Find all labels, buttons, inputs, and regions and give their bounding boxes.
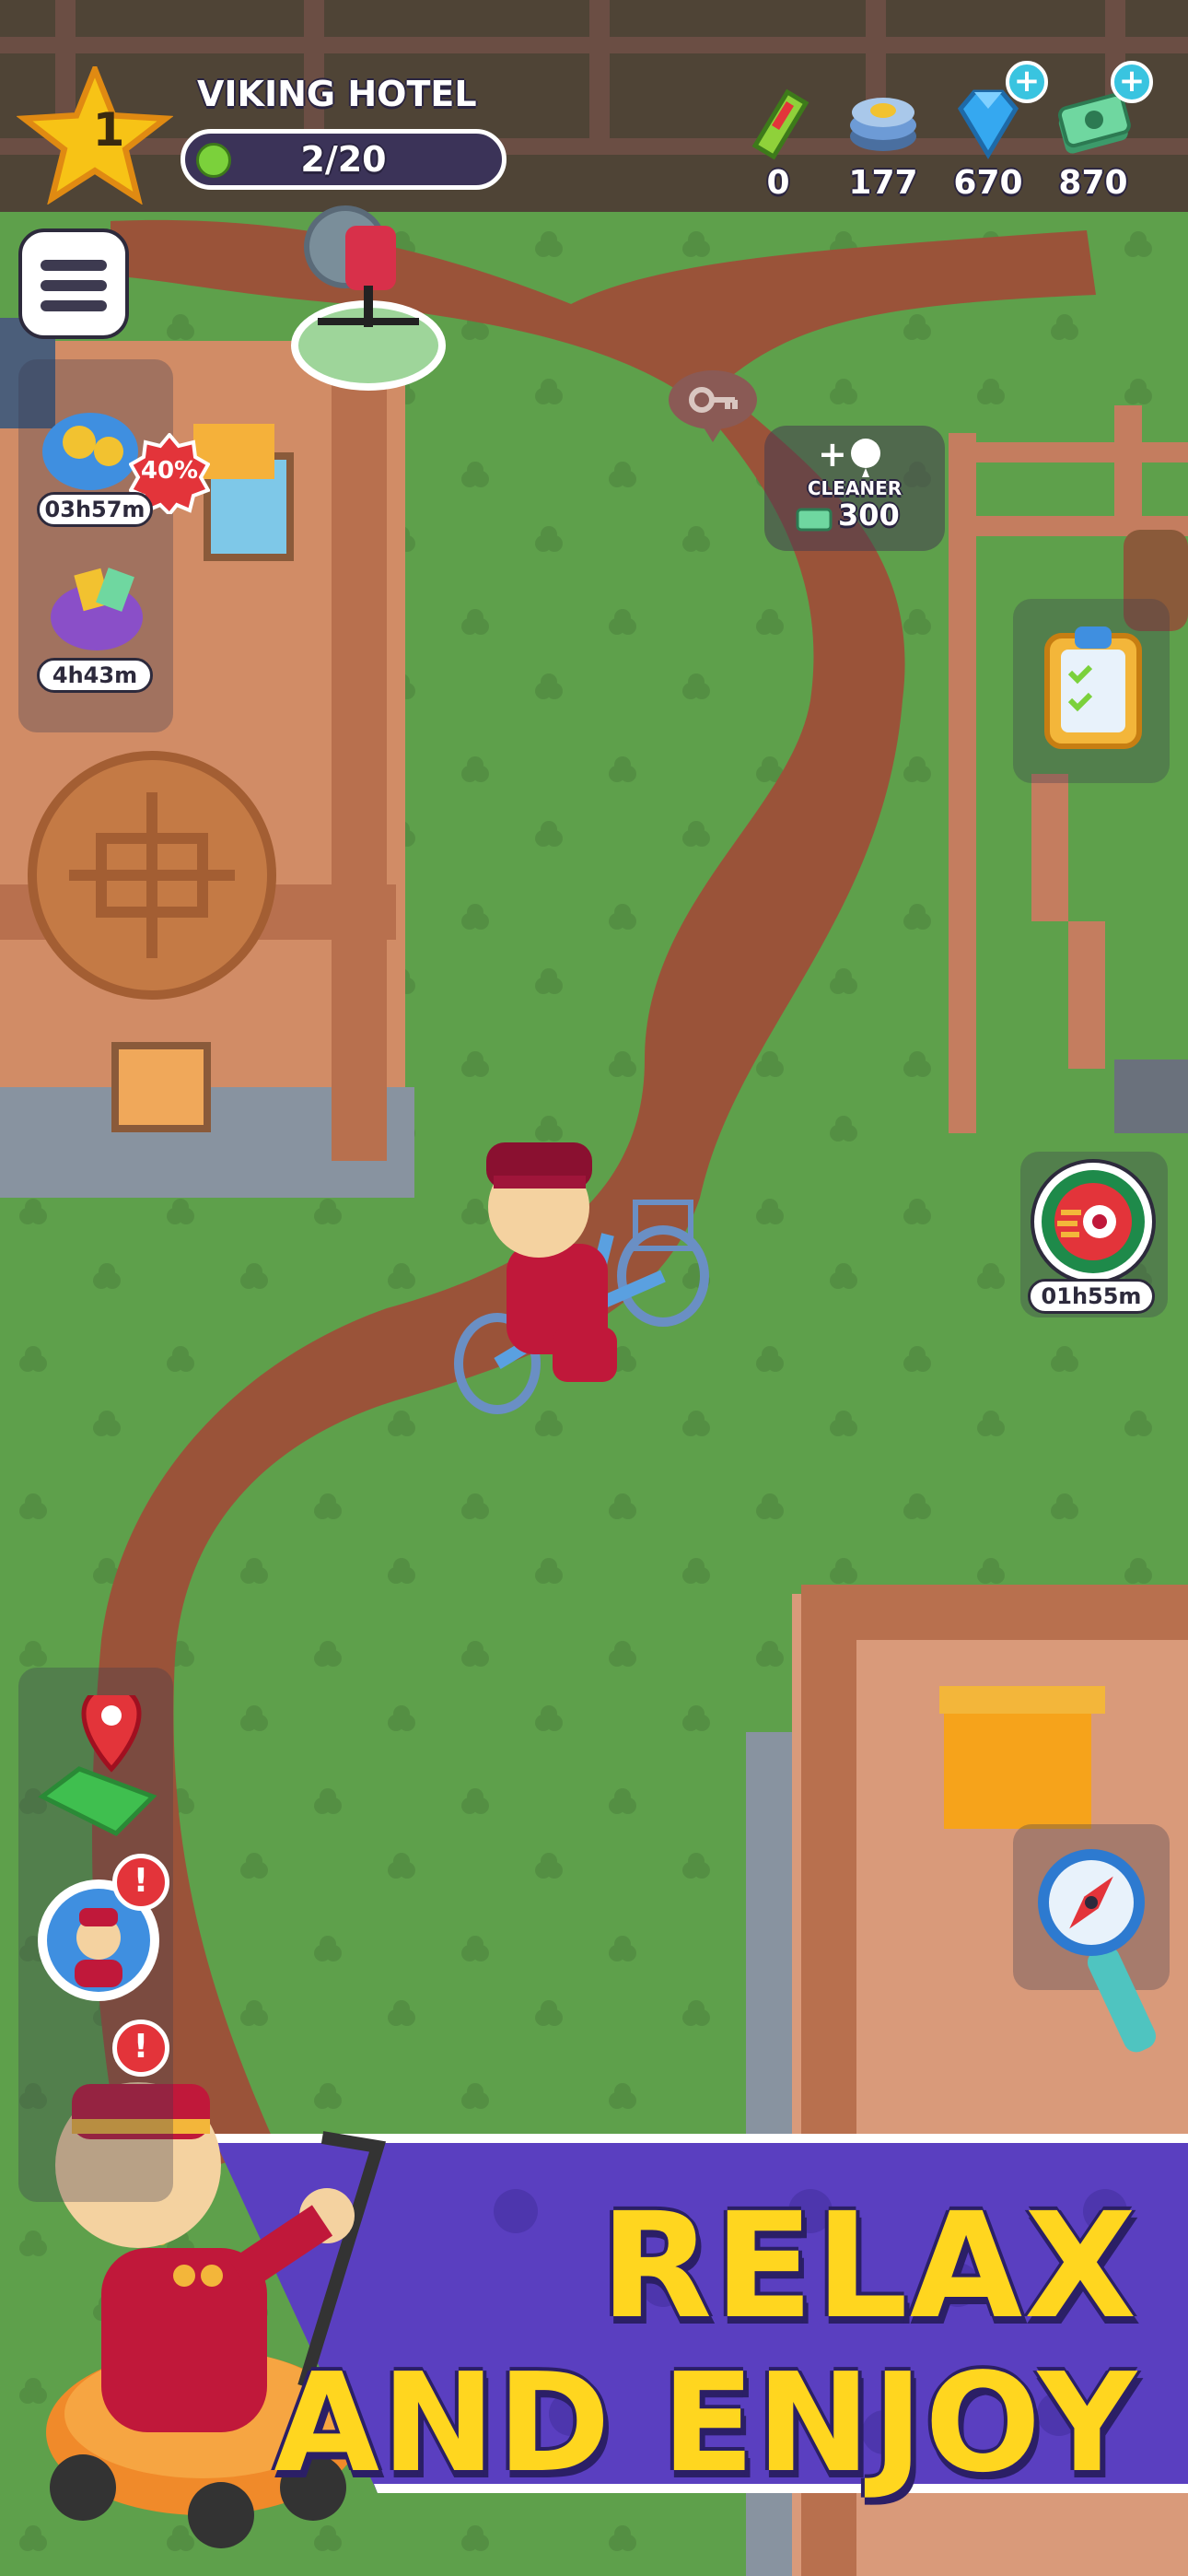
staff-alert-badge: ! [112,1854,169,1911]
ticket-icon [751,88,809,160]
speed-boost-icon[interactable] [1024,1157,1162,1286]
banner-line-2: AND ENJOY [274,2344,1138,2502]
cleaner-label: CLEANER [807,477,903,499]
cash-icon [796,508,833,532]
compass-icon[interactable] [1031,1843,1188,2064]
map-pin-icon[interactable] [33,1695,162,1843]
cleaner-plus: + [818,434,847,474]
offer-timer: 03h57m [37,492,153,527]
menu-icon-line [41,300,107,311]
boost-timer: 01h55m [1028,1279,1155,1314]
cleaner-cost: 300 [838,498,900,533]
hotel-name: VIKING HOTEL [197,74,477,114]
key-icon[interactable] [667,369,759,446]
second-alert-badge: ! [112,2020,169,2077]
level-number: 1 [92,103,125,157]
banner-line-1: RELAX [600,2182,1138,2351]
menu-button[interactable] [18,228,129,339]
resource-coins[interactable]: 177 [833,81,934,210]
discount-badge: 40% [140,457,199,485]
money-bag-icon[interactable] [41,553,152,654]
hotel-progress-text: 2/20 [300,139,387,180]
tickets-value: 0 [766,164,790,202]
bag-timer: 4h43m [37,658,153,693]
menu-icon-line [41,280,107,291]
gems-value: 670 [953,164,1023,202]
cash-value: 870 [1058,164,1128,202]
resource-tickets[interactable]: 0 [728,81,829,210]
add-cash-button[interactable]: + [1111,61,1153,103]
coins-value: 177 [848,164,918,202]
coins-icon [850,98,916,151]
promo-banner: RELAX AND ENJOY [0,2125,1188,2512]
hotel-progress-bar[interactable]: 2/20 [181,129,507,190]
clipboard-icon[interactable] [1033,617,1153,755]
menu-icon [41,260,107,271]
cleaner-icon: + [818,434,880,477]
